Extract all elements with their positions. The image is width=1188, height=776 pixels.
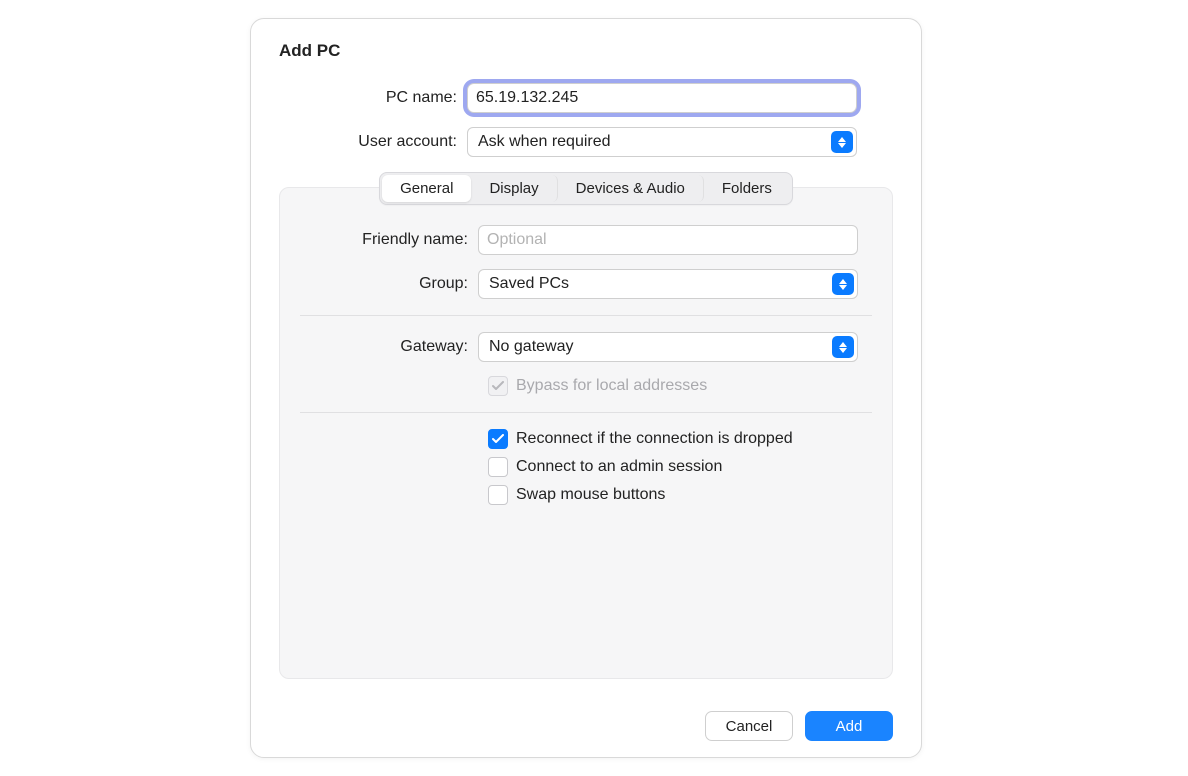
admin-session-checkbox[interactable] [488, 457, 508, 477]
tab-display[interactable]: Display [471, 175, 557, 202]
group-label: Group: [300, 275, 478, 293]
friendly-name-input[interactable] [478, 225, 858, 255]
updown-stepper-icon[interactable] [831, 131, 853, 153]
checkmark-icon [492, 434, 504, 444]
group-value: Saved PCs [489, 275, 569, 293]
reconnect-checkbox-row: Reconnect if the connection is dropped [488, 429, 872, 449]
bypass-label: Bypass for local addresses [516, 377, 707, 395]
pc-name-row: PC name: [279, 83, 893, 113]
group-row: Group: Saved PCs [300, 269, 872, 299]
reconnect-label: Reconnect if the connection is dropped [516, 430, 793, 448]
bypass-checkbox [488, 376, 508, 396]
dialog-title: Add PC [279, 41, 893, 61]
tab-folders[interactable]: Folders [704, 175, 790, 202]
friendly-name-row: Friendly name: [300, 225, 872, 255]
settings-panel: General Display Devices & Audio Folders … [279, 187, 893, 679]
divider [300, 315, 872, 316]
cancel-button[interactable]: Cancel [705, 711, 793, 741]
user-account-row: User account: Ask when required [279, 127, 893, 157]
bypass-checkbox-row: Bypass for local addresses [488, 376, 872, 396]
reconnect-checkbox[interactable] [488, 429, 508, 449]
divider [300, 412, 872, 413]
user-account-label: User account: [279, 133, 467, 151]
dialog-footer: Cancel Add [705, 711, 893, 741]
admin-session-checkbox-row: Connect to an admin session [488, 457, 872, 477]
user-account-select[interactable]: Ask when required [467, 127, 857, 157]
gateway-label: Gateway: [300, 338, 478, 356]
swap-mouse-checkbox-row: Swap mouse buttons [488, 485, 872, 505]
checkmark-icon [492, 381, 504, 391]
pc-name-label: PC name: [279, 89, 467, 107]
add-button[interactable]: Add [805, 711, 893, 741]
gateway-select[interactable]: No gateway [478, 332, 858, 362]
swap-mouse-label: Swap mouse buttons [516, 486, 665, 504]
tab-devices-audio[interactable]: Devices & Audio [558, 175, 704, 202]
user-account-value: Ask when required [478, 133, 611, 151]
gateway-row: Gateway: No gateway [300, 332, 872, 362]
updown-stepper-icon[interactable] [832, 273, 854, 295]
swap-mouse-checkbox[interactable] [488, 485, 508, 505]
add-pc-dialog: Add PC PC name: User account: Ask when r… [250, 18, 922, 758]
pc-name-input[interactable] [467, 83, 857, 113]
gateway-value: No gateway [489, 338, 574, 356]
admin-session-label: Connect to an admin session [516, 458, 722, 476]
friendly-name-label: Friendly name: [300, 231, 478, 249]
updown-stepper-icon[interactable] [832, 336, 854, 358]
group-select[interactable]: Saved PCs [478, 269, 858, 299]
tab-general[interactable]: General [382, 175, 471, 202]
tabs: General Display Devices & Audio Folders [280, 172, 892, 205]
